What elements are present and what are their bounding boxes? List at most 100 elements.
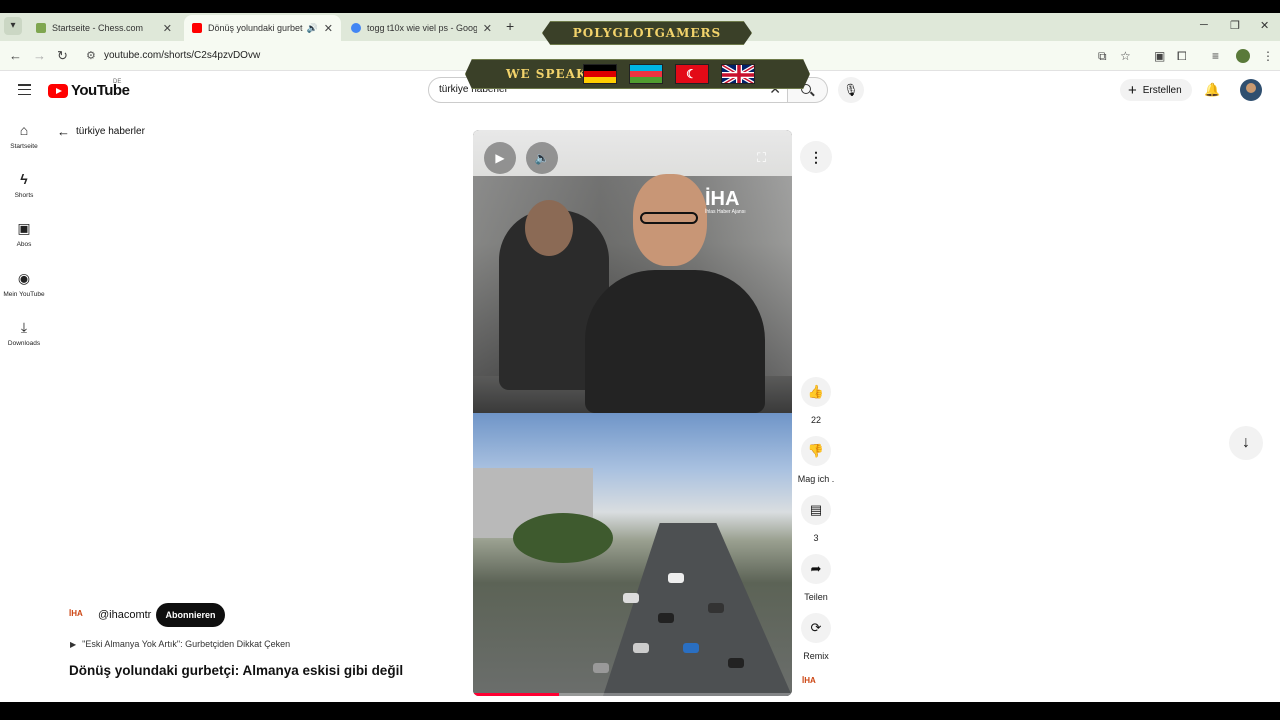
sidebar-item-downloads[interactable]: ⤓ Downloads — [0, 319, 48, 347]
url-text[interactable]: youtube.com/shorts/C2s4pzvDOvw — [104, 50, 260, 61]
sidebar-item-label: Downloads — [7, 340, 41, 347]
back-arrow-icon: ← — [57, 124, 70, 139]
create-label: Erstellen — [1142, 84, 1182, 96]
tab-chess[interactable]: Startseite - Chess.com ✕ — [28, 15, 180, 41]
car-shape — [623, 593, 639, 603]
new-tab-icon[interactable]: + — [506, 18, 514, 34]
remix-button[interactable]: ⟳ Remix — [796, 613, 836, 661]
extensions-puzzle-icon[interactable]: ⧠ — [1177, 49, 1187, 64]
close-tab-icon[interactable]: ✕ — [163, 22, 172, 35]
site-info-icon[interactable]: ⚙ — [86, 49, 96, 62]
mute-button[interactable]: 🔈 — [526, 142, 558, 174]
close-window-icon[interactable]: ✕ — [1260, 19, 1269, 32]
back-to-search[interactable]: ← türkiye haberler — [57, 124, 145, 139]
sidebar-item-home[interactable]: ⌂ Startseite — [0, 122, 48, 150]
extension-icon[interactable]: ▣ — [1154, 49, 1165, 63]
car-shape — [683, 643, 699, 653]
more-vert-icon: ⋮ — [809, 149, 823, 165]
browser-menu-icon[interactable]: ⋮ — [1262, 49, 1274, 63]
channel-handle[interactable]: @ihacomtr — [98, 609, 151, 621]
channel-avatar[interactable]: İHA — [69, 609, 83, 618]
video-scene-traffic — [473, 413, 792, 696]
like-button[interactable]: 👍 22 — [796, 377, 836, 425]
reload-icon[interactable]: ↻ — [57, 48, 68, 64]
tab-title: Startseite - Chess.com — [52, 23, 144, 33]
screen: ▾ Startseite - Chess.com ✕ Dönüş yolunda… — [0, 0, 1280, 720]
home-icon: ⌂ — [19, 122, 29, 138]
forward-icon[interactable]: → — [33, 48, 46, 63]
tab-search-icon[interactable]: ▾ — [4, 17, 22, 35]
guide-menu-icon[interactable] — [18, 84, 31, 95]
minimize-icon[interactable]: ─ — [1200, 19, 1208, 31]
install-icon[interactable]: ⧉ — [1098, 49, 1107, 64]
speaker-icon[interactable]: 🔊 — [307, 23, 318, 34]
dislike-button[interactable]: 👎 Mag ich . — [796, 436, 836, 484]
voice-search-button[interactable]: 🎙 — [838, 77, 864, 103]
you-icon: ◉ — [17, 270, 31, 286]
uk-flag-icon — [721, 64, 755, 84]
turkey-flag-icon: ☾ — [675, 64, 709, 84]
notifications-bell-icon[interactable]: 🔔 — [1204, 82, 1220, 98]
road-shape — [603, 523, 792, 696]
polyglotgamers-banner: POLYGLOTGAMERS — [542, 21, 752, 45]
play-button[interactable]: ▶ — [484, 142, 516, 174]
more-options-button[interactable]: ⋮ — [800, 141, 832, 173]
create-button[interactable]: + Erstellen — [1120, 79, 1192, 101]
account-avatar[interactable] — [1240, 79, 1262, 101]
play-icon: ▶ — [495, 151, 505, 165]
subscriptions-icon: ▣ — [17, 220, 31, 236]
fullscreen-icon[interactable]: ⛶ — [757, 150, 766, 166]
media-control-icon[interactable]: ≡ — [1212, 49, 1219, 63]
next-video-button[interactable]: ↓ — [1229, 426, 1263, 460]
bookmark-star-icon[interactable]: ☆ — [1120, 49, 1131, 63]
shorts-video-player[interactable]: İHA İhlas Haber Ajansı ▶ 🔈 ⛶ — [473, 130, 792, 696]
sidebar-item-subscriptions[interactable]: ▣ Abos — [0, 220, 48, 248]
car-shape — [708, 603, 724, 613]
car-shape — [593, 663, 609, 673]
sound-channel-logo[interactable]: İHA — [802, 676, 816, 685]
video-progress-bar[interactable] — [473, 693, 792, 696]
profile-avatar[interactable] — [1236, 49, 1250, 63]
tab-youtube[interactable]: Dönüş yolundaki gurbetçi: A 🔊 ✕ — [184, 15, 341, 41]
close-tab-icon[interactable]: ✕ — [483, 22, 492, 35]
sidebar-item-label: Abos — [16, 241, 32, 248]
azerbaijan-flag-icon — [629, 64, 663, 84]
youtube-logo[interactable]: YouTube DE — [48, 79, 130, 99]
we-speak-label: WE SPEAK: — [506, 67, 593, 81]
youtube-favicon-icon — [192, 23, 202, 33]
german-flag-icon — [583, 64, 617, 84]
tab-google[interactable]: togg t10x wie viel ps - Google ✕ — [343, 15, 500, 41]
description-toggle[interactable]: ▶ "Eski Almanya Yok Artık": Gurbetçiden … — [70, 639, 290, 649]
like-count: 22 — [810, 415, 821, 425]
plus-icon: + — [1128, 81, 1137, 99]
restore-icon[interactable]: ❐ — [1230, 19, 1240, 32]
region-code: DE — [113, 79, 122, 85]
sidebar-item-shorts[interactable]: ϟ Shorts — [0, 171, 48, 199]
sidebar-item-you[interactable]: ◉ Mein YouTube — [0, 270, 48, 298]
shorts-icon: ϟ — [20, 171, 28, 187]
comments-button[interactable]: ▤ 3 — [796, 495, 836, 543]
volume-icon: 🔈 — [534, 151, 550, 165]
car-shape — [658, 613, 674, 623]
remix-label: Remix — [803, 651, 829, 661]
back-icon[interactable]: ← — [9, 48, 22, 63]
sidebar-item-label: Shorts — [14, 192, 34, 199]
chess-favicon-icon — [36, 23, 46, 33]
driver-figure — [585, 174, 765, 413]
letterbox-bottom — [0, 702, 1280, 720]
sidebar-item-label: Startseite — [10, 143, 38, 150]
microphone-icon: 🎙 — [843, 83, 859, 97]
banner-brand: POLYGLOTGAMERS — [572, 26, 722, 40]
share-button[interactable]: ➦ Teilen — [796, 554, 836, 602]
close-tab-icon[interactable]: ✕ — [324, 22, 333, 35]
watermark-subtext: İhlas Haber Ajansı — [705, 209, 746, 215]
car-shape — [668, 573, 684, 583]
sidebar-item-label: Mein YouTube — [3, 291, 45, 298]
comment-count: 3 — [813, 533, 819, 543]
car-shape — [633, 643, 649, 653]
car-shape — [728, 658, 744, 668]
subscribe-button[interactable]: Abonnieren — [156, 603, 225, 627]
expand-triangle-icon: ▶ — [70, 639, 77, 649]
progress-fill — [473, 693, 560, 696]
dislike-label: Mag ich . — [797, 474, 835, 484]
